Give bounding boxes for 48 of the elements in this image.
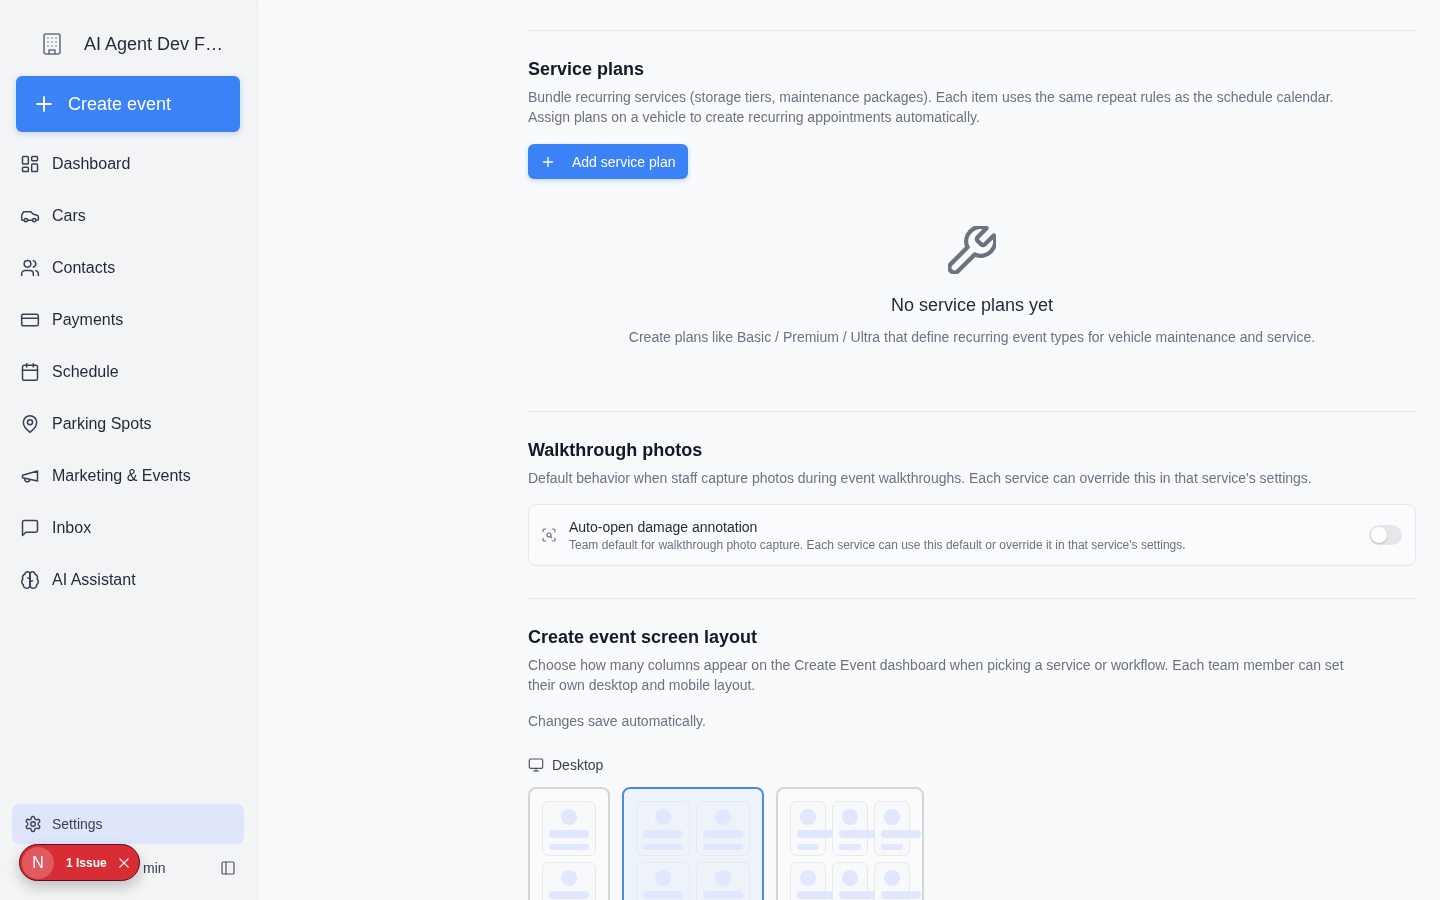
workspace-name[interactable]: AI Agent Dev F…: [84, 33, 224, 55]
section-description: Default behavior when staff capture photos during event walkthroughs. Each service can override this in that service's settings.: [528, 469, 1313, 488]
setting-description: Team default for walkthrough photo capture. Each service can use this default or override it in that service's settings.: [569, 536, 1187, 553]
card-grid-icon: [542, 801, 596, 900]
section-title: Walkthrough photos: [528, 439, 704, 461]
plus-icon: [36, 96, 52, 112]
create-event-button[interactable]: Create event: [16, 76, 240, 132]
nav-item[interactable]: Contacts: [16, 242, 240, 294]
credit-card-icon: [20, 310, 40, 330]
autosave-note: Changes save automatically.: [528, 712, 707, 731]
nav-item[interactable]: Inbox: [16, 502, 240, 554]
scan-search-icon: [541, 527, 557, 543]
wrench-icon: [948, 226, 996, 274]
section-title: Service plans: [528, 58, 646, 80]
empty-state-description: Create plans like Basic / Premium / Ultra that define recurring event types for vehicle maintenance and service.: [628, 328, 1316, 347]
issues-button[interactable]: 1 Issue: [66, 855, 107, 870]
add-service-plan-button[interactable]: Add service plan: [528, 144, 688, 179]
close-icon[interactable]: [119, 857, 129, 868]
users-icon: [20, 258, 40, 278]
device-label: Desktop: [552, 756, 604, 775]
brain-icon: [20, 570, 40, 590]
map-pin-icon: [20, 414, 40, 434]
section-title: Create event screen layout: [528, 626, 759, 648]
settings-nav-item[interactable]: Settings: [12, 804, 244, 844]
section-description: Bundle recurring services (storage tiers, maintenance packages). Each item uses the same repeat rules as the schedule calendar. Assign plans on a vehicle to create recurring appointments automatically.: [528, 88, 1335, 127]
card-grid-icon: [790, 801, 918, 900]
nav-item[interactable]: AI Assistant: [16, 554, 240, 606]
nav-item[interactable]: Dashboard: [16, 138, 240, 190]
setting-title: Auto-open damage annotation: [569, 517, 759, 536]
monitor-icon: [528, 757, 544, 773]
empty-state-title: No service plans yet: [890, 294, 1054, 317]
building-icon: [40, 32, 64, 56]
user-name: min: [143, 860, 166, 876]
plus-icon: [542, 155, 554, 168]
calendar-icon: [20, 362, 40, 382]
dashboard-icon: [20, 154, 40, 174]
section-description: Choose how many columns appear on the Create Event dashboard when picking a service or workflow. Each team member can set their own desktop and mobile layout.: [528, 656, 1345, 695]
logo-mark: N: [22, 846, 54, 879]
layout-option[interactable]: [622, 787, 764, 900]
nav-item[interactable]: Parking Spots: [16, 398, 240, 450]
nav-item[interactable]: Marketing & Events: [16, 450, 240, 502]
sidebar-toggle-icon[interactable]: [220, 860, 236, 876]
toggle-switch[interactable]: [1369, 525, 1402, 545]
chat-bubble-icon: [20, 518, 40, 538]
nav-item[interactable]: Payments: [16, 294, 240, 346]
settings-icon: [24, 815, 42, 833]
nav-item[interactable]: Schedule: [16, 346, 240, 398]
nav-item[interactable]: Cars: [16, 190, 240, 242]
